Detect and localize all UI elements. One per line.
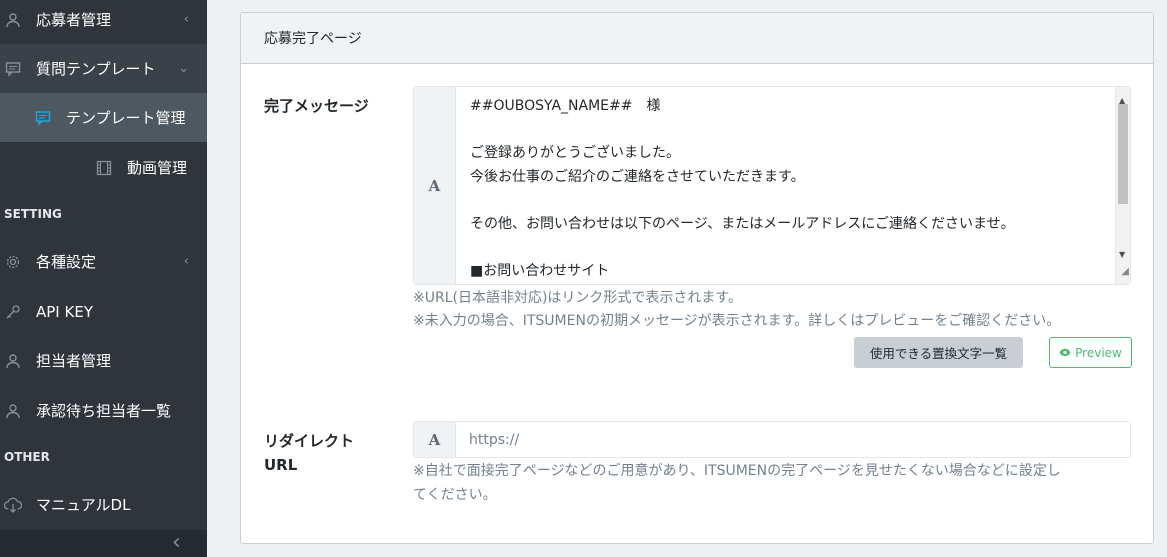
replace-variables-button[interactable]: 使用できる置換文字一覧 <box>854 337 1023 368</box>
text-icon: A <box>414 87 456 284</box>
sidebar-item-label: 各種設定 <box>36 253 97 271</box>
help-text-redirect: ※自社で面接完了ページなどのご用意があり、ITSUMENの完了ページを見せたくな… <box>413 460 1061 507</box>
help-line: てください。 <box>413 486 497 503</box>
comment-icon <box>4 60 22 78</box>
redirect-label-line: URL <box>264 456 298 474</box>
help-text-url: ※URL(日本語非対応)はリンク形式で表示されます。 <box>413 290 743 306</box>
chevron-left-icon: ‹ <box>172 530 181 555</box>
textarea-line: ##OUBOSYA_NAME## 様 <box>470 98 661 114</box>
complete-message-textarea[interactable]: ##OUBOSYA_NAME## 様 ご登録ありがとうございました。 今後お仕事… <box>456 87 1130 284</box>
sidebar-item-label: API KEY <box>36 302 93 321</box>
sidebar-item-api-key[interactable]: API KEY <box>0 287 207 336</box>
complete-message-group: A ##OUBOSYA_NAME## 様 ご登録ありがとうございました。 今後お… <box>413 86 1131 285</box>
sidebar-item-label: 承認待ち担当者一覧 <box>36 402 172 420</box>
sidebar-item-template-management[interactable]: テンプレート管理 <box>0 93 207 142</box>
sidebar-item-settings[interactable]: 各種設定 ‹ <box>0 237 207 286</box>
textarea-line: ご登録ありがとうございました。 <box>470 145 680 161</box>
sidebar: 応募者管理 ‹ 質問テンプレート ⌄ テンプレート管理 動画管理 SETTING… <box>0 0 207 557</box>
cloud-download-icon <box>4 496 22 514</box>
sidebar-minimize-button[interactable]: ‹ <box>0 530 207 557</box>
sidebar-item-pending-staff[interactable]: 承認待ち担当者一覧 <box>0 386 207 435</box>
preview-button[interactable]: Preview <box>1049 337 1132 368</box>
textarea-line: その他、お問い合わせは以下のページ、またはメールアドレスにご連絡くださいませ。 <box>470 215 1015 232</box>
textarea-scrollbar[interactable]: ▲ ▼ ◢ <box>1115 87 1130 284</box>
comment-icon <box>34 109 52 127</box>
redirect-url-label: リダイレクト URL <box>264 429 354 477</box>
redirect-url-input[interactable]: https:// <box>456 422 1130 457</box>
sidebar-item-label: テンプレート管理 <box>66 109 186 127</box>
user-icon <box>4 11 22 29</box>
resize-grip-icon[interactable]: ◢ <box>1121 260 1129 284</box>
sidebar-item-label: 質問テンプレート <box>36 60 156 78</box>
completion-page-card: 応募完了ページ 完了メッセージ A ##OUBOSYA_NAME## 様 ご登録… <box>240 12 1154 544</box>
redirect-url-group: A https:// <box>413 421 1131 458</box>
chevron-down-icon: ⌄ <box>178 61 189 76</box>
scrollbar-thumb[interactable] <box>1118 104 1128 204</box>
textarea-line <box>470 119 1116 143</box>
textarea-line <box>470 236 1116 260</box>
sidebar-item-manual-download[interactable]: マニュアルDL <box>0 480 207 529</box>
chevron-left-icon: ‹ <box>183 12 189 27</box>
sidebar-item-applicants[interactable]: 応募者管理 ‹ <box>0 0 207 44</box>
textarea-line <box>470 189 1116 213</box>
sidebar-item-label: マニュアルDL <box>36 496 131 514</box>
user-icon <box>4 402 22 420</box>
key-icon <box>4 303 22 321</box>
card-title: 応募完了ページ <box>241 13 1153 64</box>
chevron-left-icon: ‹ <box>183 254 189 269</box>
sidebar-item-video-management[interactable]: 動画管理 <box>0 143 207 192</box>
user-icon <box>4 352 22 370</box>
section-title-other: OTHER <box>4 450 50 464</box>
help-text-default: ※未入力の場合、ITSUMENの初期メッセージが表示されます。詳しくはプレビュー… <box>413 313 1061 329</box>
film-icon <box>95 159 113 177</box>
sidebar-item-label: 動画管理 <box>127 159 188 177</box>
redirect-label-line: リダイレクト <box>264 432 355 450</box>
help-line: ※自社で面接完了ページなどのご用意があり、ITSUMENの完了ページを見せたくな… <box>413 463 1061 479</box>
sidebar-item-staff-management[interactable]: 担当者管理 <box>0 336 207 385</box>
complete-message-label: 完了メッセージ <box>264 97 369 115</box>
section-title-setting: SETTING <box>4 207 62 221</box>
textarea-line: 今後お仕事のご紹介のご連絡をさせていただきます。 <box>470 168 805 185</box>
sidebar-item-label: 担当者管理 <box>36 352 112 370</box>
gear-icon <box>4 253 22 271</box>
textarea-line: ■お問い合わせサイト <box>470 262 610 279</box>
eye-icon <box>1059 346 1071 360</box>
sidebar-item-label: 応募者管理 <box>36 11 112 29</box>
text-icon: A <box>414 422 456 457</box>
sidebar-item-question-template[interactable]: 質問テンプレート ⌄ <box>0 44 207 93</box>
preview-button-label: Preview <box>1075 345 1122 360</box>
